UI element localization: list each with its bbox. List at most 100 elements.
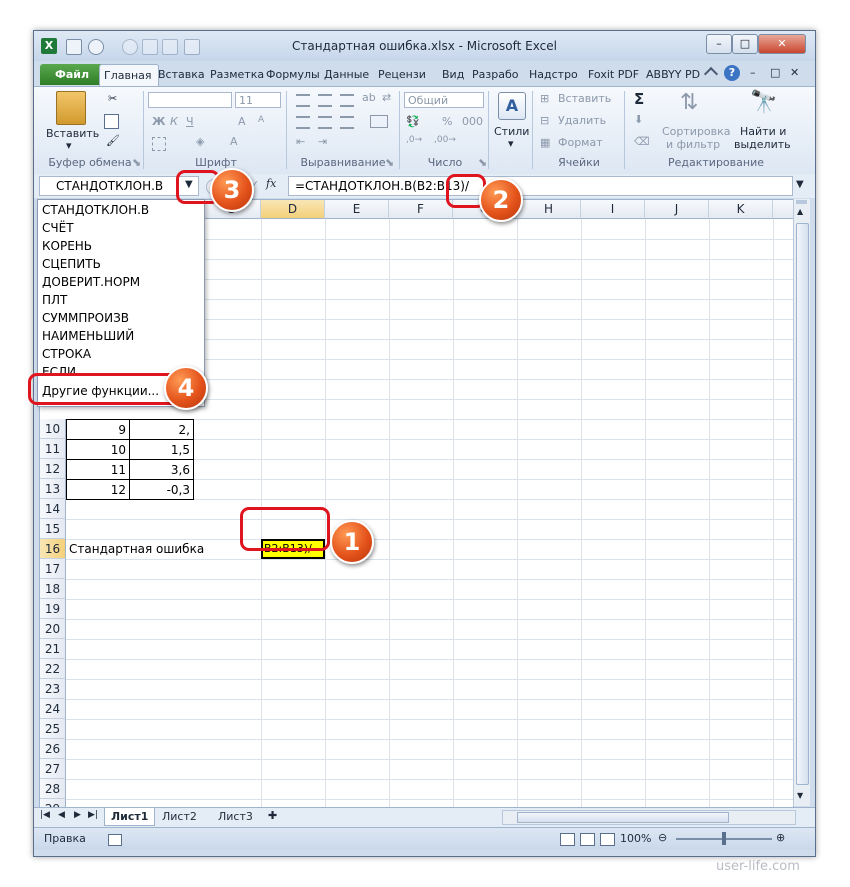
- row-header[interactable]: 26: [40, 739, 66, 759]
- h-scroll-thumb[interactable]: [517, 812, 729, 823]
- table-cell[interactable]: 2,: [130, 420, 194, 440]
- row-header[interactable]: 15: [40, 519, 66, 539]
- tab-developer[interactable]: Разрабо: [468, 64, 528, 85]
- column-header-e[interactable]: E: [325, 200, 389, 219]
- next-sheet-icon[interactable]: ▶: [74, 810, 81, 820]
- insert-cells-button[interactable]: Вставить: [558, 92, 611, 105]
- zoom-level[interactable]: 100%: [620, 832, 651, 845]
- row-header[interactable]: 23: [40, 679, 66, 699]
- align-left-icon[interactable]: [296, 116, 310, 129]
- paste-arrow-icon[interactable]: ▾: [66, 139, 72, 152]
- tab-review[interactable]: Рецензи: [374, 64, 442, 85]
- tab-file[interactable]: Файл: [40, 64, 104, 85]
- sort-filter-button-line1[interactable]: Сортировка: [662, 125, 731, 138]
- align-middle-icon[interactable]: [318, 94, 332, 107]
- fill-color-icon[interactable]: ◈: [196, 135, 204, 148]
- tab-data[interactable]: Данные: [320, 64, 376, 85]
- vertical-scrollbar[interactable]: ▲ ▼: [793, 199, 810, 806]
- currency-icon[interactable]: 💱: [406, 115, 420, 128]
- zoom-in-icon[interactable]: ⊕: [776, 831, 785, 844]
- page-break-view-icon[interactable]: [600, 833, 615, 846]
- tab-foxit-pdf[interactable]: Foxit PDF: [584, 64, 648, 85]
- row-header[interactable]: 16: [40, 539, 66, 559]
- styles-icon[interactable]: A: [498, 92, 526, 120]
- find-select-button-line2[interactable]: выделить: [734, 138, 791, 151]
- decrease-decimal-icon[interactable]: ,00→: [434, 135, 456, 145]
- row-header[interactable]: 21: [40, 639, 66, 659]
- formula-input[interactable]: =СТАНДОТКЛОН.В(B2:B13)/: [288, 176, 793, 196]
- tab-page-layout[interactable]: Разметка: [206, 64, 266, 85]
- tab-insert[interactable]: Вставка: [154, 64, 210, 85]
- row-header[interactable]: 14: [40, 499, 66, 519]
- row-header[interactable]: 10: [40, 419, 66, 439]
- row-header[interactable]: 20: [40, 619, 66, 639]
- delete-cells-button[interactable]: Удалить: [558, 114, 606, 127]
- sort-filter-button-line2[interactable]: и фильтр: [666, 138, 720, 151]
- row-header[interactable]: 11: [40, 439, 66, 459]
- autosum-icon[interactable]: Σ: [634, 90, 644, 108]
- number-format-combo[interactable]: Общий: [404, 92, 484, 108]
- alignment-dialog-launcher[interactable]: ⬊: [385, 156, 394, 169]
- column-header-l[interactable]: [773, 200, 793, 219]
- sheet-tab-1[interactable]: Лист1: [104, 808, 156, 826]
- tab-addins[interactable]: Надстро: [525, 64, 587, 85]
- thousands-separator-icon[interactable]: 000: [462, 115, 483, 128]
- insert-sheet-icon[interactable]: ✚: [268, 809, 277, 822]
- table-cell[interactable]: 10: [66, 440, 130, 460]
- last-sheet-icon[interactable]: ▶|: [88, 810, 98, 820]
- maximize-button[interactable]: □: [732, 34, 758, 54]
- table-cell[interactable]: 12: [66, 480, 130, 500]
- bold-icon[interactable]: Ж: [152, 115, 165, 128]
- insert-cells-icon[interactable]: ⊞: [540, 92, 549, 105]
- table-cell[interactable]: 1,5: [130, 440, 194, 460]
- font-name-combo[interactable]: [148, 92, 232, 108]
- row-header[interactable]: 12: [40, 459, 66, 479]
- find-select-button-line1[interactable]: Найти и: [740, 125, 786, 138]
- font-color-icon[interactable]: A: [230, 135, 238, 148]
- column-header-i[interactable]: I: [581, 200, 645, 219]
- doc-close-button[interactable]: ✕: [790, 66, 799, 79]
- format-cells-icon[interactable]: ▦: [540, 136, 550, 149]
- fill-icon[interactable]: ⬇: [634, 113, 643, 126]
- scroll-thumb[interactable]: [796, 223, 809, 785]
- wrap-text-icon[interactable]: ⇄: [382, 91, 391, 104]
- row-header[interactable]: 22: [40, 659, 66, 679]
- row-header[interactable]: 28: [40, 779, 66, 799]
- name-box[interactable]: СТАНДОТКЛОН.В: [39, 176, 199, 196]
- font-size-combo[interactable]: 11: [235, 92, 281, 108]
- table-cell[interactable]: 11: [66, 460, 130, 480]
- function-item-concatenate[interactable]: СЦЕПИТЬ: [42, 255, 101, 273]
- borders-icon[interactable]: [152, 137, 166, 151]
- clipboard-dialog-launcher[interactable]: ⬊: [132, 156, 141, 169]
- function-item-count[interactable]: СЧЁТ: [42, 219, 74, 237]
- expand-formula-bar-icon[interactable]: ▼: [796, 179, 804, 190]
- scroll-up-icon[interactable]: ▲: [797, 207, 803, 216]
- prev-sheet-icon[interactable]: ◀: [58, 810, 65, 820]
- sort-filter-icon[interactable]: ⇅: [680, 90, 698, 115]
- doc-restore-button[interactable]: □: [770, 66, 780, 79]
- sheet-tab-3[interactable]: Лист3: [212, 808, 259, 825]
- column-header-h[interactable]: H: [517, 200, 581, 219]
- page-layout-view-icon[interactable]: [580, 833, 595, 846]
- function-item-row[interactable]: СТРОКА: [42, 345, 91, 363]
- table-cell[interactable]: 9: [66, 420, 130, 440]
- align-top-icon[interactable]: [296, 94, 310, 107]
- tab-home[interactable]: Главная: [99, 64, 159, 86]
- column-header-f[interactable]: F: [389, 200, 453, 219]
- column-header-j[interactable]: J: [645, 200, 709, 219]
- split-box[interactable]: [796, 200, 807, 204]
- align-center-icon[interactable]: [318, 116, 332, 129]
- clear-icon[interactable]: ⌫: [634, 135, 650, 148]
- paste-icon[interactable]: [56, 91, 86, 125]
- paste-button[interactable]: Вставить: [46, 127, 99, 140]
- tab-abbyy-pdf[interactable]: ABBYY PD: [642, 64, 708, 85]
- scroll-down-icon[interactable]: ▼: [797, 791, 803, 800]
- row-header[interactable]: 19: [40, 599, 66, 619]
- normal-view-icon[interactable]: [560, 833, 575, 846]
- zoom-slider-thumb[interactable]: [722, 832, 726, 845]
- format-painter-icon[interactable]: 🖌: [106, 134, 120, 147]
- table-cell[interactable]: -0,3: [130, 480, 194, 500]
- align-right-icon[interactable]: [340, 116, 354, 129]
- increase-decimal-icon[interactable]: ,0→: [406, 135, 422, 145]
- styles-arrow-icon[interactable]: ▾: [508, 137, 514, 150]
